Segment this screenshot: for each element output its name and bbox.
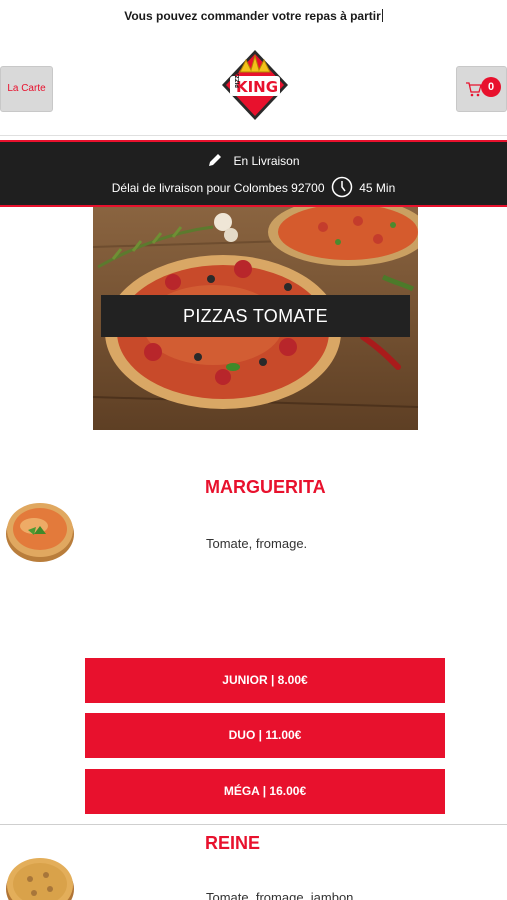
order-banner-text: Vous pouvez commander votre repas à part… — [124, 9, 381, 23]
reine-pizza-image — [6, 858, 74, 900]
product-name: REINE — [205, 833, 261, 853]
product-image[interactable] — [4, 494, 76, 566]
size-button-duo[interactable]: DUO | 11.00€ — [85, 713, 445, 758]
cart-count-badge: 0 — [481, 77, 501, 97]
product-image[interactable] — [4, 849, 76, 900]
header: La Carte KING PIZZA 0 — [0, 40, 507, 135]
delivery-delay-value: 45 Min — [359, 181, 396, 195]
delivery-mode-label: En Livraison — [233, 154, 300, 168]
product-card: REINE Tomate, fromage, jambon — [0, 825, 507, 900]
category-title: PIZZAS TOMATE — [101, 295, 410, 337]
cart-button[interactable]: 0 — [456, 66, 507, 112]
product-card: MARGUERITA Tomate, fromage. JUNIOR | 8.0… — [0, 470, 507, 824]
product-description: Tomate, fromage, jambon — [206, 890, 354, 900]
svg-text:PIZZA: PIZZA — [235, 71, 241, 88]
text-caret — [381, 9, 383, 22]
crown-logo-icon: KING PIZZA — [222, 50, 288, 120]
product-description: Tomate, fromage. — [206, 536, 308, 551]
product-name: MARGUERITA — [205, 477, 326, 497]
delivery-delay-text: Délai de livraison pour Colombes 92700 — [111, 181, 325, 195]
delivery-bar[interactable]: En Livraison Délai de livraison pour Col… — [0, 140, 507, 207]
delivery-delay: Délai de livraison pour Colombes 92700 4… — [0, 176, 507, 198]
size-button-mega[interactable]: MÉGA | 16.00€ — [85, 769, 445, 814]
pencil-icon — [209, 154, 222, 166]
margherita-pizza-image — [6, 503, 74, 562]
size-button-junior[interactable]: JUNIOR | 8.00€ — [85, 658, 445, 703]
category-hero: PIZZAS TOMATE — [93, 207, 418, 430]
la-carte-button[interactable]: La Carte — [0, 66, 53, 112]
clock-icon — [331, 176, 353, 198]
delivery-mode[interactable]: En Livraison — [0, 152, 507, 168]
order-banner: Vous pouvez commander votre repas à part… — [0, 0, 507, 32]
king-logo[interactable]: KING PIZZA — [218, 48, 292, 122]
header-divider — [0, 135, 507, 136]
svg-text:KING: KING — [236, 78, 278, 96]
